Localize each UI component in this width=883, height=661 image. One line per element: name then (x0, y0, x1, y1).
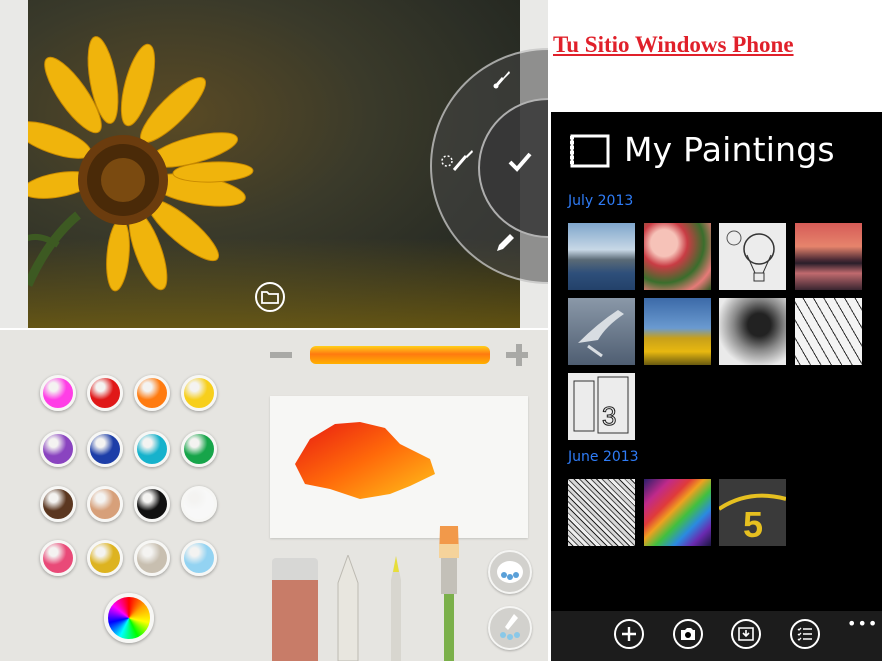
color-swatch[interactable] (134, 431, 170, 467)
sunflower-illustration (28, 36, 254, 292)
paint-stroke-sample (295, 422, 435, 499)
color-swatch[interactable] (40, 540, 76, 576)
more-options-icon[interactable]: ••• (847, 614, 878, 633)
color-swatch[interactable] (87, 375, 123, 411)
minus-icon[interactable] (270, 352, 292, 358)
lasso-brush-icon[interactable] (440, 148, 474, 179)
thumbnail-pink-flowers[interactable] (644, 223, 711, 290)
color-swatch[interactable] (181, 486, 217, 522)
select-list-icon[interactable] (790, 619, 820, 649)
phone-screen: My Paintings July 2013 3 June 2013 5 ••• (551, 112, 882, 661)
folder-button[interactable] (255, 282, 285, 312)
thumbnail-number-five[interactable]: 5 (717, 479, 787, 546)
section-label-june: June 2013 (568, 449, 639, 465)
color-swatch[interactable] (181, 431, 217, 467)
brush-wash-icon[interactable] (488, 606, 532, 650)
save-picture-icon[interactable] (731, 619, 761, 649)
svg-text:5: 5 (743, 504, 763, 545)
thumbnail-balloon-sketch[interactable] (719, 223, 786, 290)
paint-preview-canvas (270, 396, 528, 538)
color-swatch[interactable] (134, 486, 170, 522)
color-swatch[interactable] (40, 486, 76, 522)
page-title: My Paintings (624, 130, 835, 169)
frame-icon (570, 134, 610, 168)
color-swatch[interactable] (181, 375, 217, 411)
app-bar: ••• (551, 611, 882, 661)
thumbnail-city-sketch[interactable] (568, 479, 635, 546)
pencil-icon[interactable] (494, 232, 516, 259)
brush-icon[interactable] (492, 68, 512, 95)
eraser-icon[interactable] (272, 558, 318, 661)
add-icon[interactable] (614, 619, 644, 649)
site-title[interactable]: Tu Sitio Windows Phone (553, 32, 794, 58)
svg-text:3: 3 (602, 401, 616, 431)
plus-icon[interactable] (506, 342, 532, 368)
palette-icon[interactable] (488, 550, 532, 594)
plus-icon-vertical (516, 344, 522, 366)
folder-icon (261, 291, 279, 304)
color-swatch[interactable] (134, 375, 170, 411)
thumbnail-coastline[interactable] (568, 223, 635, 290)
brush-size-preview[interactable] (310, 346, 490, 364)
pencil-icon[interactable] (388, 556, 404, 661)
thumbnail-sunset-lake[interactable] (795, 223, 862, 290)
color-swatch[interactable] (87, 431, 123, 467)
thumbnail-boats-sketch[interactable] (795, 298, 862, 365)
thumbnail-dandelion[interactable] (719, 298, 786, 365)
paint-panel (0, 330, 548, 661)
color-swatch[interactable] (134, 540, 170, 576)
color-swatch[interactable] (87, 540, 123, 576)
camera-icon[interactable] (673, 619, 703, 649)
color-wheel-icon[interactable] (104, 593, 154, 643)
color-swatch[interactable] (87, 486, 123, 522)
color-swatch[interactable] (181, 540, 217, 576)
paintbrush-icon[interactable] (432, 526, 466, 661)
thumbnail-bird-flight[interactable] (568, 298, 635, 365)
color-swatch[interactable] (40, 375, 76, 411)
thumbnail-rainbow-stripes[interactable] (644, 479, 711, 546)
thumbnail-building-sketch[interactable]: 3 (568, 373, 635, 440)
chalk-icon[interactable] (336, 555, 360, 661)
thumbnail-sunflower-field[interactable] (644, 298, 711, 365)
photo-editor-panel (0, 0, 548, 328)
section-label-july: July 2013 (568, 193, 634, 209)
checkmark-icon[interactable] (507, 151, 533, 178)
color-swatch[interactable] (40, 431, 76, 467)
